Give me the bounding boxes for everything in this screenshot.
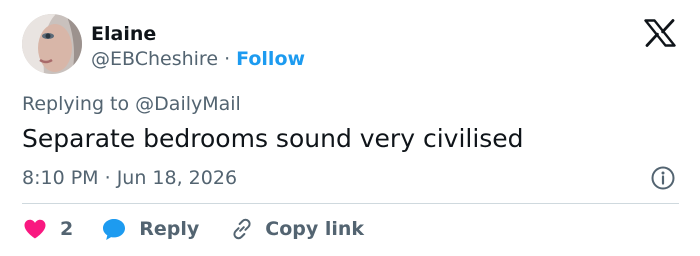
speech-bubble-icon: [101, 216, 127, 242]
copy-link-button[interactable]: Copy link: [229, 216, 364, 242]
reply-button[interactable]: Reply: [101, 216, 199, 242]
x-logo-icon[interactable]: [644, 19, 676, 47]
reply-label: Reply: [139, 218, 200, 240]
copy-link-label: Copy link: [265, 218, 365, 240]
handle-row: @EBCheshire · Follow: [91, 47, 305, 71]
reply-context-prefix: Replying to: [22, 93, 130, 115]
avatar-image: [22, 14, 82, 74]
divider: [22, 203, 679, 204]
follow-button[interactable]: Follow: [236, 48, 305, 70]
timestamp-row[interactable]: 8:10 PM · Jun 18, 2026: [22, 166, 237, 190]
tweet-text: Separate bedrooms sound very civilised: [22, 124, 524, 153]
tweet-time[interactable]: 8:10 PM: [22, 167, 99, 189]
tweet-embed-card: Elaine @EBCheshire · Follow Replying to …: [0, 0, 700, 256]
heart-icon: [22, 216, 48, 242]
like-count: 2: [60, 218, 74, 240]
reply-context: Replying to @DailyMail: [22, 92, 241, 116]
tweet-date[interactable]: Jun 18, 2026: [117, 167, 237, 189]
like-button[interactable]: 2: [22, 216, 73, 242]
avatar[interactable]: [22, 14, 82, 74]
info-icon[interactable]: [650, 165, 676, 191]
link-icon: [229, 216, 255, 242]
timestamp-separator: ·: [104, 167, 111, 189]
action-bar: 2 Reply Copy link: [22, 214, 364, 244]
handle-separator: ·: [224, 48, 231, 70]
reply-mention-link[interactable]: @DailyMail: [135, 93, 241, 115]
user-handle[interactable]: @EBCheshire: [91, 48, 218, 70]
display-name[interactable]: Elaine: [91, 22, 156, 46]
